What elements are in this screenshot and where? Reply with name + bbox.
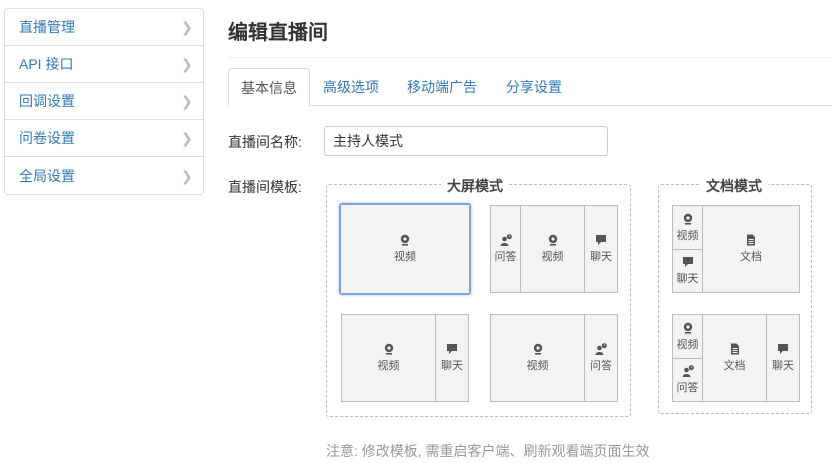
qa-label: 问答 (494, 251, 517, 263)
chat-cell: 聊天 (436, 315, 468, 401)
chat-bubble-icon (682, 257, 693, 267)
qa-cell: 问答 (491, 206, 520, 292)
video-label: 视频 (526, 360, 549, 372)
sidebar-item-live-management[interactable]: 直播管理 ❯ (5, 9, 203, 46)
qa-label: 问答 (590, 360, 612, 372)
webcam-icon (400, 234, 410, 246)
template-video-qa[interactable]: 视频 问答 (490, 314, 618, 402)
qa-cell: 问答 (673, 359, 702, 401)
document-icon (730, 343, 739, 355)
doc-cell: 文档 (703, 206, 799, 292)
sidebar-item-global[interactable]: 全局设置 ❯ (5, 157, 203, 194)
video-cell: 视频 (342, 315, 435, 401)
webcam-icon (683, 322, 692, 334)
video-label: 视频 (676, 338, 699, 351)
sidebar-menu: 直播管理 ❯ API 接口 ❯ 回调设置 ❯ 问卷设置 ❯ 全局设置 ❯ (4, 8, 204, 195)
video-cell: 视频 (673, 206, 702, 249)
doc-label: 文档 (740, 251, 762, 263)
sidebar-item-label: API 接口 (19, 56, 74, 72)
template-qa-video-chat[interactable]: 问答 视频 聊天 (490, 205, 618, 293)
sidebar-item-callback[interactable]: 回调设置 ❯ (5, 83, 203, 120)
chat-label: 聊天 (676, 273, 699, 285)
video-label: 视频 (541, 251, 564, 263)
chat-label: 聊天 (772, 360, 794, 372)
template-video-qa-doc-chat[interactable]: 视频 问答 文档 聊天 (672, 314, 800, 402)
video-label: 视频 (377, 360, 400, 372)
sidebar-item-questionnaire[interactable]: 问卷设置 ❯ (5, 120, 203, 157)
qa-cell: 问答 (585, 315, 617, 401)
webcam-icon (533, 343, 542, 355)
page-title: 编辑直播间 (228, 22, 328, 44)
video-label: 视频 (394, 251, 416, 263)
document-icon (747, 234, 755, 246)
chat-cell: 聊天 (767, 315, 799, 401)
sidebar-item-label: 问卷设置 (19, 130, 75, 146)
tab-bar: 基本信息 高级选项 移动端广告 分享设置 (228, 68, 832, 107)
qa-user-icon (500, 234, 512, 246)
tab-basic-info[interactable]: 基本信息 (228, 68, 310, 107)
chevron-right-icon: ❯ (181, 167, 193, 184)
video-cell: 视频 (673, 315, 702, 358)
tab-advanced-options[interactable]: 高级选项 (311, 68, 391, 106)
chat-label: 聊天 (441, 360, 463, 372)
video-cell: 视频 (491, 315, 584, 401)
tab-share-settings[interactable]: 分享设置 (494, 68, 574, 106)
sidebar-item-label: 直播管理 (19, 19, 75, 35)
chat-cell: 聊天 (673, 250, 702, 292)
doc-label: 文档 (723, 360, 746, 372)
chevron-right-icon: ❯ (181, 19, 193, 35)
large-screen-title: 大屏模式 (441, 176, 509, 196)
sidebar-item-label: 回调设置 (19, 93, 75, 109)
video-cell: 视频 (341, 205, 469, 293)
chat-label: 聊天 (590, 251, 612, 263)
sidebar-item-api[interactable]: API 接口 ❯ (5, 46, 203, 83)
template-video-chat-doc[interactable]: 视频 聊天 文档 (672, 205, 800, 293)
room-name-input[interactable] (324, 126, 608, 156)
divider (228, 57, 832, 58)
video-label: 视频 (676, 229, 699, 242)
room-name-label: 直播间名称: (228, 134, 302, 150)
qa-label: 问答 (676, 382, 699, 394)
webcam-icon (548, 234, 557, 246)
template-video-only[interactable]: 视频 (339, 203, 471, 295)
chat-bubble-icon (596, 235, 606, 245)
webcam-icon (384, 343, 393, 355)
tab-mobile-ads[interactable]: 移动端广告 (395, 68, 489, 106)
qa-user-icon (682, 365, 694, 377)
chevron-right-icon: ❯ (181, 56, 193, 72)
chevron-right-icon: ❯ (181, 93, 193, 109)
sidebar-item-label: 全局设置 (19, 167, 75, 184)
chat-bubble-icon (778, 344, 788, 354)
chevron-right-icon: ❯ (181, 130, 193, 146)
chat-bubble-icon (447, 344, 457, 354)
room-template-label: 直播间模板: (228, 179, 302, 195)
qa-user-icon (595, 343, 607, 355)
template-video-chat[interactable]: 视频 聊天 (341, 314, 469, 402)
video-cell: 视频 (521, 206, 584, 292)
webcam-icon (683, 213, 692, 225)
doc-cell: 文档 (703, 315, 766, 401)
document-title: 文档模式 (700, 176, 768, 196)
chat-cell: 聊天 (585, 206, 617, 292)
notice-text: 注意: 修改模板, 需重启客户端、刷新观看端页面生效 (326, 443, 650, 459)
